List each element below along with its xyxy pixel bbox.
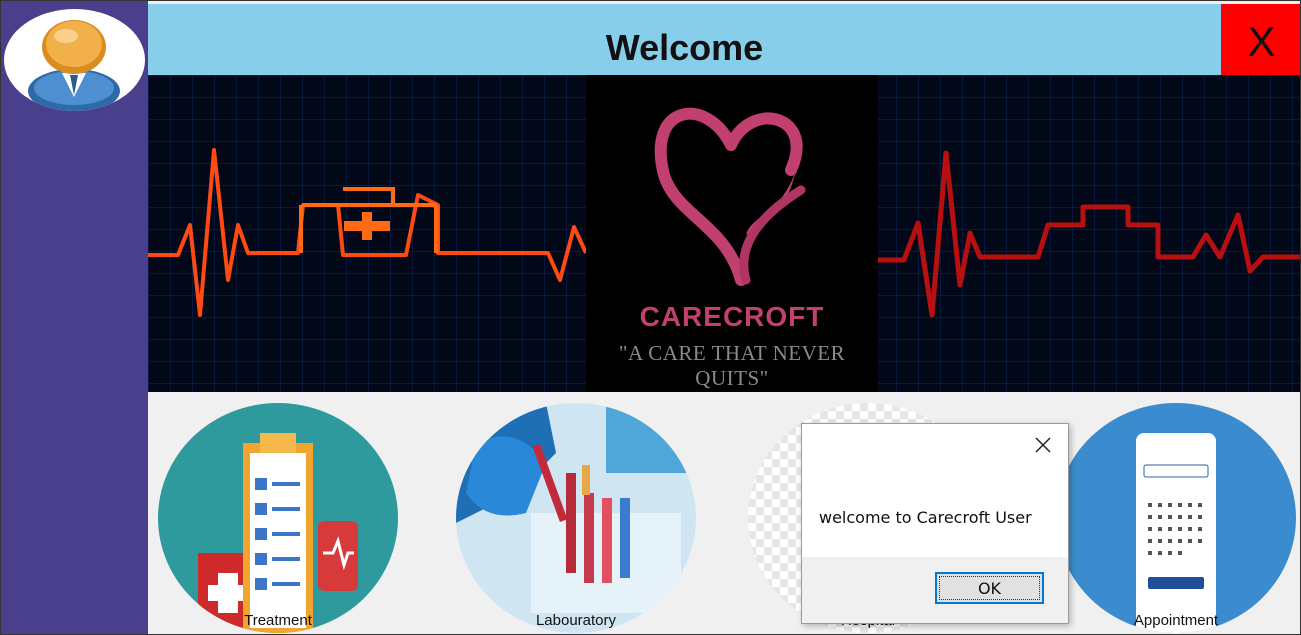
heart-hand-logo-icon xyxy=(654,107,806,286)
close-button[interactable]: X xyxy=(1221,4,1300,75)
ok-button[interactable]: OK xyxy=(935,572,1044,604)
brand-name: CARECROFT xyxy=(639,301,825,332)
test-tubes-icon xyxy=(456,403,696,633)
page-title: Welcome xyxy=(605,27,764,68)
brand-tagline: "A CARE THAT NEVER QUITS" xyxy=(618,341,846,390)
laboratory-label: Labouratory xyxy=(535,612,617,629)
logo-panel: CARECROFT "A CARE THAT NEVER QUITS" xyxy=(586,75,878,392)
message-dialog: welcome to Carecroft User OK xyxy=(801,423,1069,624)
calendar-phone-icon xyxy=(1056,403,1296,633)
close-icon[interactable] xyxy=(1034,436,1052,454)
header-bar: Welcome X xyxy=(148,4,1300,75)
treatment-tile[interactable]: Treatment xyxy=(158,403,398,633)
dialog-footer: OK xyxy=(802,557,1068,623)
dialog-message: welcome to Carecroft User xyxy=(819,508,1032,527)
laboratory-tile[interactable]: Labouratory xyxy=(456,403,696,633)
appointment-label: Appointment xyxy=(1133,612,1219,629)
app-window: Welcome X CARECROFT "A CARE THAT NEVER Q… xyxy=(0,0,1301,635)
sidebar xyxy=(1,1,148,634)
user-avatar-icon[interactable] xyxy=(4,9,145,111)
appointment-tile[interactable]: Appointment xyxy=(1056,403,1296,633)
clipboard-icon xyxy=(158,403,398,633)
treatment-label: Treatment xyxy=(244,612,312,629)
banner: CARECROFT "A CARE THAT NEVER QUITS" xyxy=(148,75,1300,392)
